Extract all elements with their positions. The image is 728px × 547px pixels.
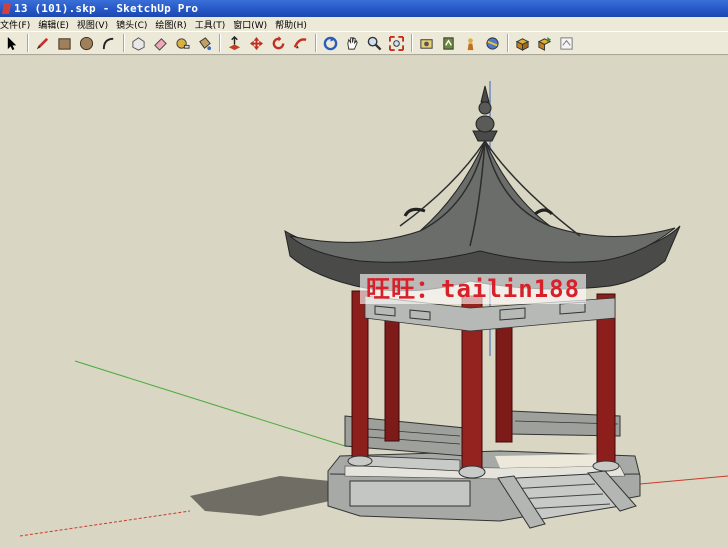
zoom-extents-tool-button[interactable] xyxy=(386,33,407,53)
menu-window[interactable]: 窗口(W) xyxy=(230,18,272,31)
rectangle-icon xyxy=(58,37,71,50)
main-toolbar xyxy=(0,31,728,55)
walk-tool-button[interactable] xyxy=(438,33,459,53)
pencil-tool-button[interactable] xyxy=(32,33,53,53)
look-around-tool-button[interactable] xyxy=(460,33,481,53)
finial-spire xyxy=(480,85,490,103)
toolbar-separator xyxy=(411,34,413,52)
sketchup-app-icon xyxy=(2,3,11,14)
zoom-icon xyxy=(367,36,382,50)
share-model-icon xyxy=(537,36,552,51)
follow-me-tool-button[interactable] xyxy=(290,33,311,53)
modeling-viewport[interactable]: 旺旺：tailin188 xyxy=(0,56,728,547)
shop-watermark: 旺旺：tailin188 xyxy=(360,274,587,304)
red-axis-dashed-line xyxy=(19,510,191,537)
pan-icon xyxy=(347,36,358,50)
stone-base-panel xyxy=(349,480,471,507)
select-tool-button[interactable] xyxy=(2,33,23,53)
walk-icon xyxy=(443,36,454,50)
rotate-icon xyxy=(272,35,285,49)
toolbar-separator xyxy=(123,34,125,52)
move-icon xyxy=(249,36,264,50)
section-plane-tool-button[interactable] xyxy=(482,33,503,53)
get-models-tool-button[interactable] xyxy=(512,33,533,53)
orbit-tool-button[interactable] xyxy=(320,33,341,53)
pillar-base-stone xyxy=(592,460,620,472)
orbit-icon xyxy=(323,36,338,50)
push-pull-icon xyxy=(228,35,241,50)
finial-bulb xyxy=(475,115,495,133)
paint-bucket-tool-button[interactable] xyxy=(194,33,215,53)
menu-bar: 文件(F) 编辑(E) 视图(V) 镜头(C) 绘图(R) 工具(T) 窗口(W… xyxy=(0,17,728,31)
select-icon xyxy=(7,36,17,50)
menu-edit[interactable]: 编辑(E) xyxy=(35,18,74,31)
rotate-tool-button[interactable] xyxy=(268,33,289,53)
eraser-tool-button[interactable] xyxy=(150,33,171,53)
tape-measure-tool-button[interactable] xyxy=(172,33,193,53)
pan-tool-button[interactable] xyxy=(342,33,363,53)
roof-finial xyxy=(472,85,498,142)
eraser-icon xyxy=(154,37,167,51)
window-title-bar: 13 (101).skp - SketchUp Pro xyxy=(0,0,728,17)
get-models-icon xyxy=(515,37,530,51)
follow-me-icon xyxy=(293,37,307,48)
look-around-icon xyxy=(467,37,474,50)
push-pull-tool-button[interactable] xyxy=(224,33,245,53)
circle-tool-button[interactable] xyxy=(76,33,97,53)
circle-icon xyxy=(79,36,94,50)
tape-measure-icon xyxy=(176,37,190,49)
menu-tools[interactable]: 工具(T) xyxy=(192,18,231,31)
position-camera-icon xyxy=(420,38,433,49)
toolbar-separator xyxy=(507,34,509,52)
menu-view[interactable]: 视图(V) xyxy=(74,18,113,31)
toolbar-separator xyxy=(27,34,29,52)
finial-bulb-upper xyxy=(478,101,492,115)
position-camera-tool-button[interactable] xyxy=(416,33,437,53)
green-axis-line xyxy=(74,360,346,447)
pillar-center-back xyxy=(495,313,513,443)
red-axis-line xyxy=(639,475,728,485)
rectangle-tool-button[interactable] xyxy=(54,33,75,53)
pencil-icon xyxy=(36,37,49,49)
menu-camera[interactable]: 镜头(C) xyxy=(113,18,152,31)
zoom-tool-button[interactable] xyxy=(364,33,385,53)
window-title: 13 (101).skp - SketchUp Pro xyxy=(14,2,199,15)
make-component-tool-button[interactable] xyxy=(128,33,149,53)
pillar-base-stone xyxy=(347,455,373,467)
zoom-extents-icon xyxy=(389,35,404,51)
move-tool-button[interactable] xyxy=(246,33,267,53)
arc-tool-button[interactable] xyxy=(98,33,119,53)
ground-shadow xyxy=(190,476,330,516)
section-plane-icon xyxy=(486,36,499,50)
menu-help[interactable]: 帮助(H) xyxy=(272,18,312,31)
toolbar-separator xyxy=(219,34,221,52)
menu-file[interactable]: 文件(F) xyxy=(0,18,35,31)
warehouse-tool-button[interactable] xyxy=(556,33,577,53)
arc-icon xyxy=(102,37,114,49)
toolbar-separator xyxy=(315,34,317,52)
warehouse-icon xyxy=(560,36,573,50)
share-model-tool-button[interactable] xyxy=(534,33,555,53)
roof-tiles xyxy=(288,139,676,263)
menu-draw[interactable]: 绘图(R) xyxy=(152,18,191,31)
pillar-base-stone xyxy=(458,465,486,479)
make-component-icon xyxy=(132,36,145,51)
paint-bucket-icon xyxy=(199,36,212,50)
pillar-left-back xyxy=(384,310,400,442)
